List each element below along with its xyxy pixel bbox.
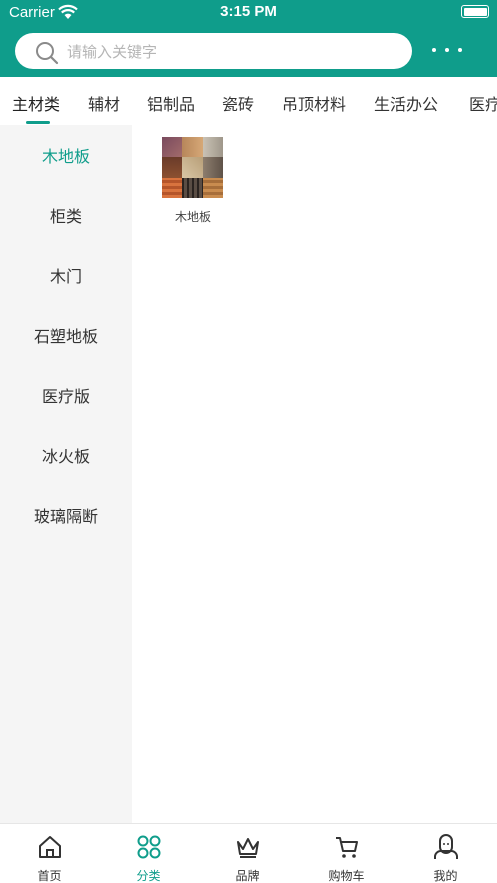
more-dot — [432, 48, 436, 52]
battery-icon — [461, 5, 489, 18]
status-time: 3:15 PM — [220, 3, 277, 20]
nav-home-label: 首页 — [37, 869, 62, 883]
user-icon — [434, 834, 458, 859]
active-tab-indicator — [26, 121, 50, 124]
category-tabs: 主材类 辅材 铝制品 瓷砖 吊顶材料 生活办公 医疗 — [0, 77, 497, 125]
search-placeholder: 请输入关键字 — [67, 43, 158, 61]
nav-mine[interactable]: 我的 — [396, 824, 495, 883]
nav-cart-label: 购物车 — [328, 869, 365, 883]
tab-auxiliary[interactable]: 辅材 — [88, 91, 120, 115]
more-options-button[interactable] — [428, 40, 466, 60]
more-dot — [445, 48, 449, 52]
tab-medical[interactable]: 医疗 — [469, 91, 497, 115]
tab-aluminum[interactable]: 铝制品 — [147, 91, 195, 115]
app-header: Carrier 3:15 PM 请输入关键字 — [0, 0, 497, 77]
bottom-tab-bar: 首页 分类 品牌 购物车 我的 — [0, 823, 497, 883]
nav-brand[interactable]: 品牌 — [198, 824, 297, 883]
product-grid: 木地板 — [132, 125, 497, 823]
category-sidebar: 木地板 柜类 木门 石塑地板 医疗版 冰火板 玻璃隔断 — [0, 125, 132, 823]
search-icon — [36, 42, 59, 65]
nav-home[interactable]: 首页 — [0, 824, 99, 883]
tab-ceiling-materials[interactable]: 吊顶材料 — [282, 91, 346, 115]
sidebar-item-ice-fire-board[interactable]: 冰火板 — [0, 425, 132, 485]
sidebar-item-stone-plastic-floor[interactable]: 石塑地板 — [0, 305, 132, 365]
product-label: 木地板 — [174, 210, 211, 224]
status-bar: Carrier 3:15 PM — [0, 0, 497, 26]
sidebar-item-cabinets[interactable]: 柜类 — [0, 185, 132, 245]
sidebar-item-wooden-doors[interactable]: 木门 — [0, 245, 132, 305]
sidebar-item-glass-partition[interactable]: 玻璃隔断 — [0, 485, 132, 545]
nav-category-label: 分类 — [136, 869, 161, 883]
nav-mine-label: 我的 — [433, 869, 458, 883]
tab-life-office[interactable]: 生活办公 — [374, 91, 438, 115]
product-item[interactable]: 木地板 — [162, 137, 224, 225]
nav-brand-label: 品牌 — [235, 869, 260, 883]
tab-tiles[interactable]: 瓷砖 — [222, 91, 254, 115]
crown-icon — [237, 838, 259, 858]
cart-icon — [336, 837, 358, 858]
search-input[interactable]: 请输入关键字 — [15, 33, 412, 69]
sidebar-item-wood-floor[interactable]: 木地板 — [0, 125, 132, 185]
nav-category[interactable]: 分类 — [99, 824, 198, 883]
nav-cart[interactable]: 购物车 — [297, 824, 396, 883]
category-grid-icon — [137, 835, 161, 859]
wood-floor-thumbnail — [162, 137, 223, 198]
more-dot — [458, 48, 462, 52]
sidebar-item-medical-board[interactable]: 医疗版 — [0, 365, 132, 425]
tab-main-materials[interactable]: 主材类 — [12, 91, 60, 115]
home-icon — [39, 836, 61, 858]
